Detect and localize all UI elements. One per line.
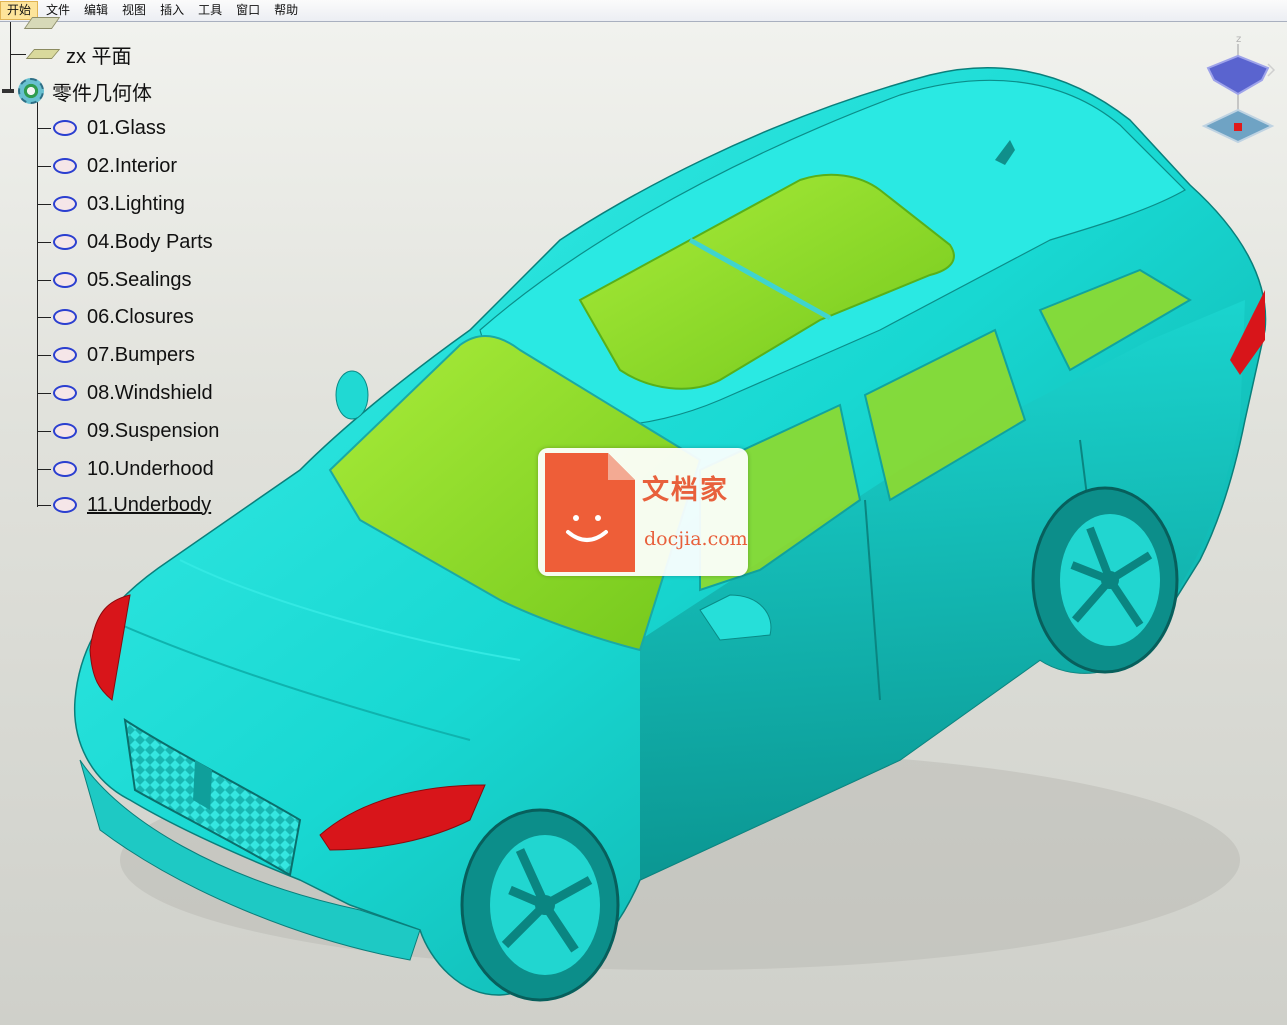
tree-label: 05.Sealings <box>87 268 192 291</box>
menu-window[interactable]: 窗口 <box>230 1 266 20</box>
tree-connector <box>37 203 51 205</box>
tree-item-closures[interactable]: 06.Closures <box>37 304 194 330</box>
geometrical-set-icon <box>53 497 77 513</box>
compass-icon[interactable]: z <box>1196 30 1280 150</box>
tree-label: 03.Lighting <box>87 192 185 215</box>
tree-label: 06.Closures <box>87 305 194 328</box>
watermark: 文档家 docjia.com <box>538 448 748 576</box>
plane-icon <box>25 49 61 59</box>
tree-item-interior[interactable]: 02.Interior <box>37 153 177 179</box>
tree-connector <box>37 392 51 394</box>
tree-item-glass[interactable]: 01.Glass <box>37 115 166 141</box>
collapse-toggle-icon[interactable] <box>2 89 14 93</box>
tree-row-zx-plane[interactable]: zx 平面 <box>10 41 132 68</box>
menu-view[interactable]: 视图 <box>116 1 152 20</box>
tree-label: 01.Glass <box>87 116 166 139</box>
left-mirror <box>335 370 369 420</box>
tree-item-underbody[interactable]: 11.Underbody <box>37 492 211 518</box>
tree-label: 11.Underbody <box>87 493 212 516</box>
tree-item-body-parts[interactable]: 04.Body Parts <box>37 229 213 255</box>
compass-arrow <box>1267 63 1276 77</box>
tree-label-zx-plane: zx 平面 <box>66 45 132 68</box>
compass-axis-label: z <box>1236 34 1241 45</box>
geometrical-set-icon <box>53 423 77 439</box>
tree-item-suspension[interactable]: 09.Suspension <box>37 418 219 444</box>
front-wheel <box>460 808 620 1002</box>
geometrical-set-icon <box>53 196 77 212</box>
tree-connector <box>10 53 26 55</box>
tree-connector <box>37 504 51 506</box>
tree-connector <box>37 430 51 432</box>
rear-wheel <box>1031 486 1179 674</box>
geometrical-set-icon <box>53 461 77 477</box>
tree-item-underhood[interactable]: 10.Underhood <box>37 456 214 482</box>
menu-edit[interactable]: 编辑 <box>78 1 114 20</box>
tree-connector <box>37 316 51 318</box>
menu-bar: 开始 文件 编辑 视图 插入 工具 窗口 帮助 <box>0 0 1287 22</box>
geometrical-set-icon <box>53 272 77 288</box>
tree-connector <box>37 468 51 470</box>
menu-help[interactable]: 帮助 <box>268 1 304 20</box>
tree-label-part-body: 零件几何体 <box>52 82 152 105</box>
tree-row-part-body[interactable]: 零件几何体 <box>0 78 152 105</box>
tree-label: 08.Windshield <box>87 381 213 404</box>
tree-item-windshield[interactable]: 08.Windshield <box>37 380 213 406</box>
geometrical-set-icon <box>53 234 77 250</box>
tree-connector <box>37 354 51 356</box>
tree-item-sealings[interactable]: 05.Sealings <box>37 267 192 293</box>
geometrical-set-icon <box>53 347 77 363</box>
spec-tree: zx 平面 零件几何体 01.Glass 02.Interior 03.Ligh… <box>0 17 260 522</box>
compass-handle <box>1234 123 1242 131</box>
tree-item-bumpers[interactable]: 07.Bumpers <box>37 342 195 368</box>
tree-label: 07.Bumpers <box>87 343 195 366</box>
tree-row-clipped <box>23 10 64 36</box>
tree-connector <box>37 165 51 167</box>
menu-insert[interactable]: 插入 <box>154 1 190 20</box>
geometrical-set-icon <box>53 309 77 325</box>
tree-label: 02.Interior <box>87 154 178 177</box>
watermark-english-text: docjia.com <box>644 528 748 550</box>
geometrical-set-icon <box>53 158 77 174</box>
plane-icon <box>23 17 61 29</box>
tree-item-lighting[interactable]: 03.Lighting <box>37 191 185 217</box>
watermark-chinese-text: 文档家 <box>642 475 729 506</box>
tree-connector <box>37 241 51 243</box>
tree-label: 10.Underhood <box>87 457 214 480</box>
tree-label: 04.Body Parts <box>87 230 213 253</box>
geometrical-set-icon <box>53 385 77 401</box>
gear-body-icon <box>18 78 44 104</box>
tree-label: 09.Suspension <box>87 419 220 442</box>
tree-connector <box>37 279 51 281</box>
menu-tools[interactable]: 工具 <box>192 1 228 20</box>
document-icon <box>545 453 635 572</box>
compass-top-plane <box>1206 54 1270 96</box>
geometrical-set-icon <box>53 120 77 136</box>
tree-connector <box>37 127 51 129</box>
